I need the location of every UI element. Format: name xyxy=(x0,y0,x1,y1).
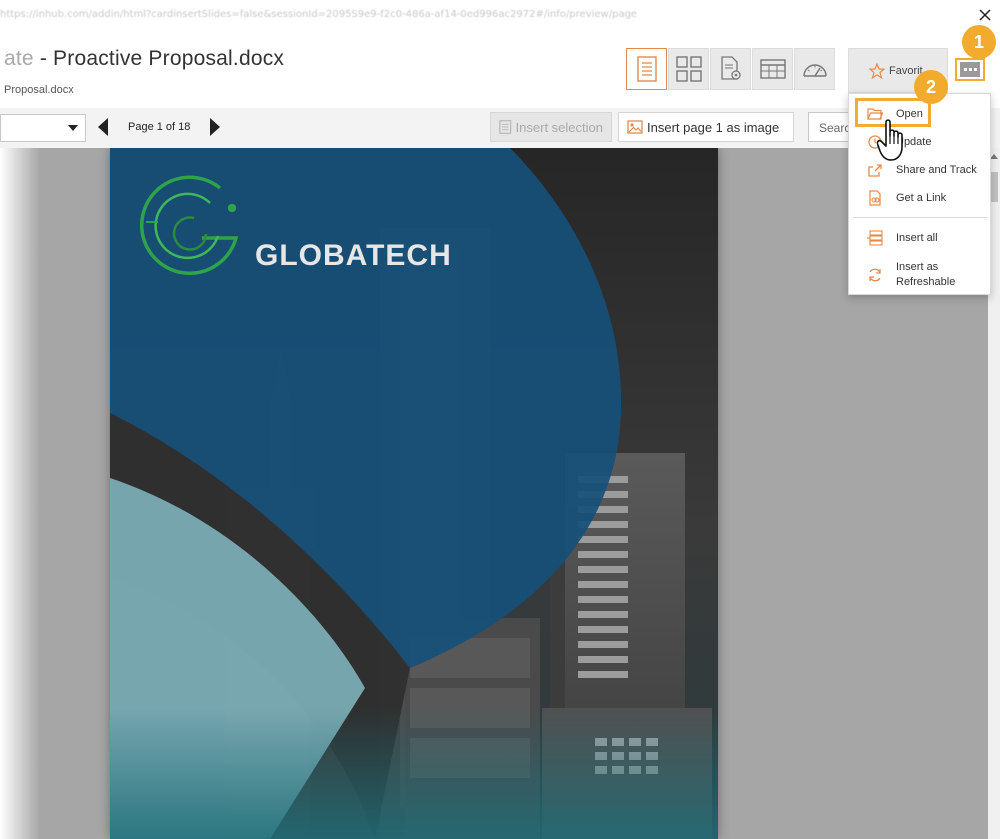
analytics-view-button[interactable] xyxy=(794,48,835,90)
link-doc-icon xyxy=(869,190,881,206)
document-filename: Proposal.docx xyxy=(4,84,74,96)
share-icon xyxy=(868,164,882,177)
document-page: GLOBATECH xyxy=(110,148,718,839)
menu-item-label: Insert all xyxy=(896,232,938,244)
previous-page-button[interactable] xyxy=(98,118,108,136)
image-icon xyxy=(627,120,643,134)
step-2-callout: 2 xyxy=(914,70,948,104)
menu-item-label: Share and Track xyxy=(896,164,977,176)
refresh-icon xyxy=(869,268,881,282)
menu-item-label: Update xyxy=(896,136,932,148)
gauge-icon xyxy=(802,64,827,77)
star-icon xyxy=(869,62,885,79)
document-title: ate - Proactive Proposal.docx xyxy=(4,47,284,71)
chevron-down-icon xyxy=(68,125,78,131)
cover-illustration: GLOBATECH xyxy=(110,148,718,839)
grid-icon xyxy=(675,56,702,82)
url-bar: https://inhub.com/addin/html?cardinsertS… xyxy=(0,0,1000,32)
brand-name: GLOBATECH xyxy=(255,239,452,272)
insert-page-image-label: Insert page 1 as image xyxy=(647,119,780,135)
title-main: - Proactive Proposal.docx xyxy=(33,47,285,70)
grid-view-button[interactable] xyxy=(668,48,709,90)
table-view-button[interactable] xyxy=(752,48,793,90)
table-icon xyxy=(759,59,786,79)
update-icon xyxy=(868,135,882,149)
document-settings-icon xyxy=(720,56,741,80)
ellipsis-icon xyxy=(960,62,980,77)
document-lines-icon xyxy=(636,56,657,82)
menu-item-share-track[interactable]: Share and Track xyxy=(849,158,990,182)
document-preview: GLOBATECH xyxy=(0,148,988,839)
more-options-button[interactable] xyxy=(955,58,985,81)
view-select[interactable] xyxy=(0,114,86,142)
insert-page-image-button[interactable]: Insert page 1 as image xyxy=(618,112,794,142)
insert-all-icon xyxy=(867,230,883,246)
scroll-thumb[interactable] xyxy=(990,172,998,202)
insert-selection-label: Insert selection xyxy=(515,119,603,135)
menu-item-get-link[interactable]: Get a Link xyxy=(849,186,990,210)
next-page-button[interactable] xyxy=(210,118,220,136)
document-info-button[interactable] xyxy=(710,48,751,90)
menu-item-label: Get a Link xyxy=(896,192,947,204)
insert-selection-icon xyxy=(499,120,512,134)
menu-divider xyxy=(853,217,988,218)
menu-item-insert-refreshable[interactable]: Insert as Refreshable xyxy=(849,258,990,292)
page-indicator: Page 1 of 18 xyxy=(128,121,191,133)
scroll-up-icon[interactable] xyxy=(990,154,998,159)
menu-item-update[interactable]: Update xyxy=(849,130,990,154)
menu-item-insert-all[interactable]: Insert all xyxy=(849,226,990,250)
close-icon[interactable] xyxy=(978,8,992,22)
url-text: https://inhub.com/addin/html?cardinsertS… xyxy=(0,9,638,20)
menu-item-label: Insert as Refreshable xyxy=(896,261,956,288)
step-1-callout: 1 xyxy=(962,25,996,59)
insert-selection-button[interactable]: Insert selection xyxy=(490,112,612,142)
open-highlight xyxy=(855,98,931,127)
title-prefix: ate xyxy=(4,47,34,70)
single-page-view-button[interactable] xyxy=(626,48,667,90)
